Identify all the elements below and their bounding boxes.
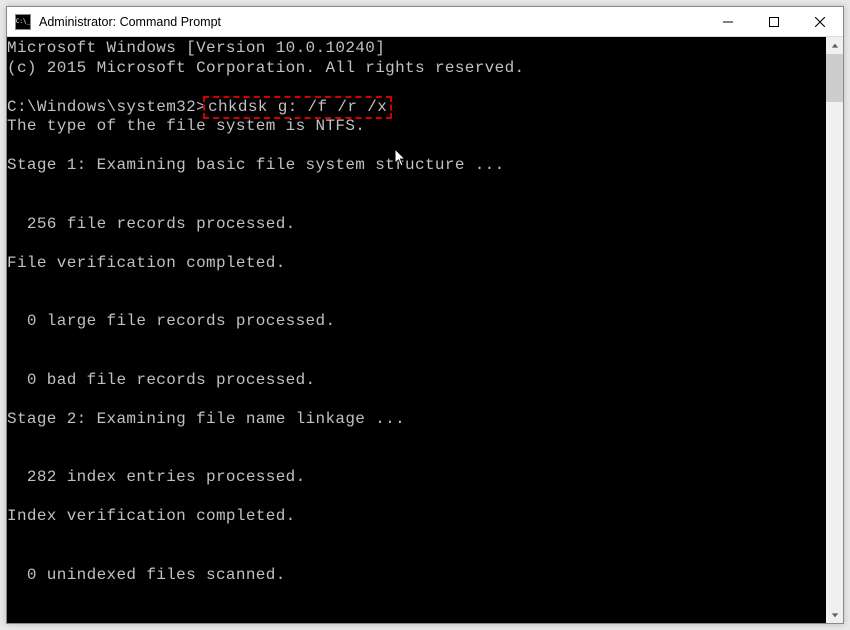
output-line: (c) 2015 Microsoft Corporation. All righ… bbox=[7, 59, 524, 77]
scroll-down-button[interactable] bbox=[826, 606, 843, 623]
titlebar[interactable]: Administrator: Command Prompt bbox=[7, 7, 843, 37]
maximize-button[interactable] bbox=[751, 7, 797, 37]
output-line: 0 unindexed files scanned. bbox=[7, 566, 286, 584]
command-highlight: chkdsk g: /f /r /x bbox=[203, 96, 392, 119]
scroll-thumb[interactable] bbox=[826, 54, 843, 102]
prompt-path: C:\Windows\system32> bbox=[7, 98, 206, 116]
command-prompt-window: Administrator: Command Prompt Microsoft … bbox=[6, 6, 844, 624]
close-button[interactable] bbox=[797, 7, 843, 37]
output-line: 256 file records processed. bbox=[7, 215, 296, 233]
output-line: Index verification completed. bbox=[7, 507, 296, 525]
minimize-button[interactable] bbox=[705, 7, 751, 37]
output-line: Stage 1: Examining basic file system str… bbox=[7, 156, 505, 174]
window-title: Administrator: Command Prompt bbox=[39, 15, 705, 29]
output-line: 282 index entries processed. bbox=[7, 468, 306, 486]
output-line: File verification completed. bbox=[7, 254, 286, 272]
output-line: Stage 2: Examining file name linkage ... bbox=[7, 410, 405, 428]
terminal-output[interactable]: Microsoft Windows [Version 10.0.10240] (… bbox=[7, 37, 826, 623]
output-line: Microsoft Windows [Version 10.0.10240] bbox=[7, 39, 385, 57]
output-line: The type of the file system is NTFS. bbox=[7, 117, 365, 135]
cmd-icon bbox=[15, 14, 31, 30]
output-line: 0 bad file records processed. bbox=[7, 371, 316, 389]
scroll-up-button[interactable] bbox=[826, 37, 843, 54]
terminal-area: Microsoft Windows [Version 10.0.10240] (… bbox=[7, 37, 843, 623]
window-controls bbox=[705, 7, 843, 36]
output-line: 0 large file records processed. bbox=[7, 312, 335, 330]
vertical-scrollbar[interactable] bbox=[826, 37, 843, 623]
